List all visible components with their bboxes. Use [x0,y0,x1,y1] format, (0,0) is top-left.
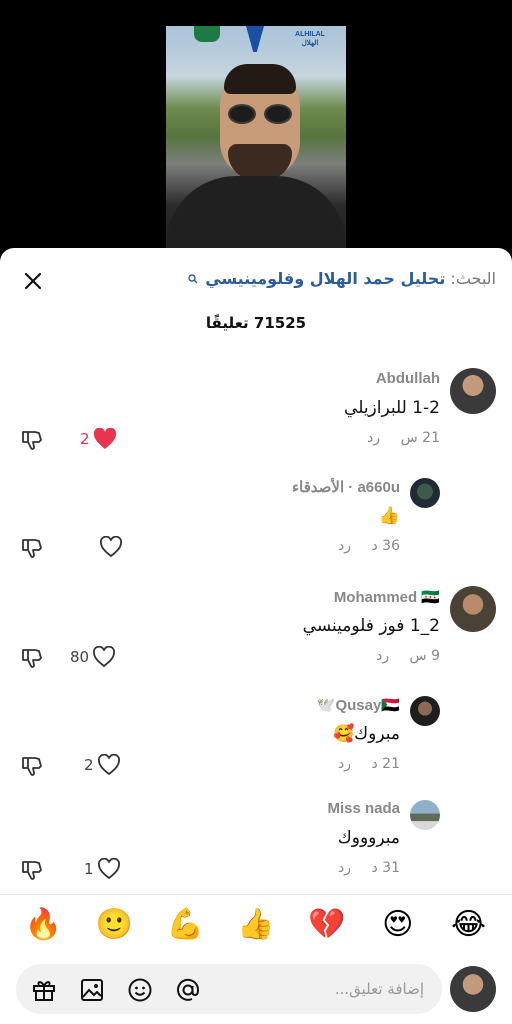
comment-text: 1-2 للبرازيلي [344,398,440,418]
emoji-broken-heart[interactable]: 💔 [305,907,349,943]
avatar[interactable] [410,800,440,830]
comment-username[interactable]: Miss nada [327,800,400,817]
like-button[interactable]: 1 [84,856,121,882]
comment-time: 36 د [371,538,400,554]
like-count: 2 [80,430,90,448]
comment-meta: 31 د رد [338,860,400,876]
at-sign-icon [177,978,200,1001]
video-player[interactable]: ALHILAL الهلال [0,0,512,262]
like-button[interactable]: 2 [84,752,121,778]
search-header: البحث: تحليل حمد الهلال وفلومينيسي [0,266,512,296]
comment-meta: 21 س رد [367,430,440,446]
comment-text: 2_1 فوز فلومينسي [302,616,440,636]
emoji-quick-bar: 😂 😍 💔 👍 💪 🙂 🔥 [0,894,512,954]
reply-button[interactable]: رد [367,430,380,446]
comment-meta: 36 د رد [338,538,400,554]
comment-item: Miss nada مبروووك 31 د رد 1 [0,798,512,902]
presenter-hair [224,64,296,94]
comment-username[interactable]: a660u · الأصدقاء [292,478,400,496]
comment-meta: 21 د رد [338,756,400,772]
gift-icon [33,981,55,1001]
video-frame[interactable]: ALHILAL الهلال [166,26,346,256]
search-query-link[interactable]: البحث: تحليل حمد الهلال وفلومينيسي [188,269,496,288]
dislike-button[interactable] [20,428,44,452]
reply-button[interactable]: رد [338,538,351,554]
avatar[interactable] [450,586,496,632]
comments-count: 71525 تعليقًا [205,314,307,332]
heart-outline-icon [100,536,122,558]
like-count: 80 [70,648,90,666]
close-icon [24,272,42,290]
comment-input-box[interactable] [16,964,442,1014]
thumbs-down-icon [22,649,42,668]
search-label: البحث: [450,269,496,288]
sunglasses [228,104,292,124]
club-logo-center [246,26,264,52]
reply-button[interactable]: رد [338,860,351,876]
like-button[interactable] [96,534,123,560]
comment-time: 9 س [409,648,440,664]
comment-item: a660u · الأصدقاء 👍 36 د رد [0,476,512,580]
dislike-button[interactable] [20,646,44,670]
comment-text: 👍 [378,506,400,526]
presenter-shirt [166,176,346,256]
like-count: 2 [84,756,94,774]
like-count: 1 [84,860,94,878]
comment-time: 31 د [371,860,400,876]
heart-outline-icon [93,646,116,668]
comment-username[interactable]: Abdullah [376,370,440,387]
current-user-avatar[interactable] [450,966,496,1012]
like-button[interactable]: 80 [70,644,116,670]
mention-button[interactable] [174,976,202,1004]
dislike-button[interactable] [20,536,44,560]
thumbs-down-icon [22,431,42,450]
comment-input[interactable] [224,976,424,1002]
heart-outline-icon [97,858,120,880]
avatar[interactable] [450,368,496,414]
search-icon [188,269,198,288]
emoji-fire[interactable]: 🔥 [22,907,66,943]
presenter-beard [228,144,292,180]
search-query[interactable]: تحليل حمد الهلال وفلومينيسي [205,269,445,288]
avatar[interactable] [410,478,440,508]
emoji-picker-button[interactable] [126,976,154,1004]
comment-meta: 9 س رد [376,648,440,664]
comment-time: 21 س [400,430,440,446]
comment-item: Mohammed 🇸🇾 2_1 فوز فلومينسي 9 س رد 80 [0,586,512,690]
thumbs-down-icon [22,539,42,558]
alhilal-logo-text: ALHILAL الهلال [295,31,325,47]
close-button[interactable] [18,266,48,296]
comment-item: Qusay🇸🇩🕊️ مبروك🥰 21 د رد 2 [0,694,512,798]
heart-outline-icon [97,754,120,776]
like-button[interactable]: 2 [80,426,117,452]
comment-username[interactable]: Qusay🇸🇩🕊️ [317,696,400,714]
reply-button[interactable]: رد [376,648,389,664]
comment-username[interactable]: Mohammed 🇸🇾 [334,588,440,606]
club-logo-left [194,26,220,42]
emoji-laughing[interactable]: 😂 [447,907,491,943]
comment-text: مبروووك [337,828,400,848]
dislike-button[interactable] [20,858,44,882]
image-button[interactable] [78,976,106,1004]
emoji-thumbs-up[interactable]: 👍 [234,907,278,943]
reply-button[interactable]: رد [338,756,351,772]
comment-text: مبروك🥰 [332,724,400,744]
thumbs-down-icon [22,861,42,880]
comment-item: Abdullah 1-2 للبرازيلي 21 س رد 2 [0,368,512,472]
comment-composer [0,962,512,1018]
avatar[interactable] [410,696,440,726]
image-icon [81,979,103,1001]
gift-button[interactable] [30,976,58,1004]
emoji-flexed-bicep[interactable]: 💪 [163,907,207,943]
emoji-slight-smile[interactable]: 🙂 [92,907,136,943]
dislike-button[interactable] [20,754,44,778]
emoji-heart-eyes[interactable]: 😍 [376,907,420,943]
heart-filled-icon [93,428,116,449]
thumbs-down-icon [22,757,42,776]
smiley-icon [128,978,152,1002]
comments-sheet: البحث: تحليل حمد الهلال وفلومينيسي 71525… [0,248,512,1024]
comment-time: 21 د [371,756,400,772]
